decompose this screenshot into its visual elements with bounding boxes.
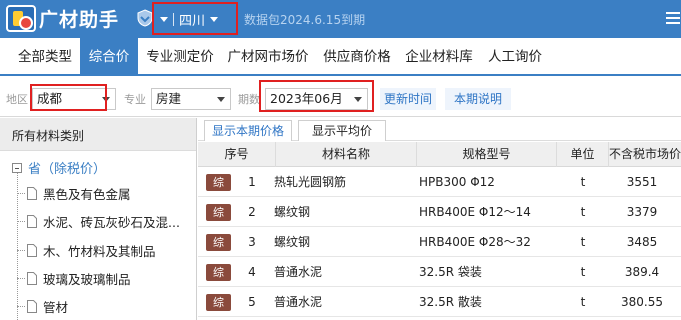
tree-item-label[interactable]: 黑色及有色金属: [43, 184, 131, 203]
tab-composite-price[interactable]: 综合价: [80, 38, 138, 76]
tab-current-price[interactable]: 显示本期价格: [204, 120, 292, 141]
cell-unit: t: [580, 175, 586, 189]
composite-badge: 综: [206, 234, 231, 251]
cell-price: 380.55: [621, 295, 663, 309]
document-icon: [27, 244, 37, 257]
region-selector-highlight[interactable]: 四川: [152, 2, 238, 35]
tab-supplier-price[interactable]: 供应商价格: [317, 38, 397, 76]
tree-item-label[interactable]: 水泥、砖瓦灰砂石及混...: [43, 212, 180, 231]
cell-no: 5: [248, 295, 256, 309]
cell-unit: t: [580, 205, 586, 219]
cell-unit: t: [580, 265, 586, 279]
tab-all-types[interactable]: 全部类型: [10, 38, 80, 76]
table-row[interactable]: 综 1 热轧光圆钢筋 HPB300 Φ12 t 3551: [198, 168, 681, 197]
cell-spec: HRB400E Φ28～32: [419, 235, 531, 249]
tab-professional-price[interactable]: 专业测定价: [140, 38, 220, 76]
cell-unit: t: [580, 295, 586, 309]
cell-spec: HPB300 Φ12: [419, 175, 495, 189]
table-row[interactable]: 综 2 螺纹钢 HRB400E Φ12～14 t 3379: [198, 198, 681, 227]
price-view-tabs: 显示本期价格 显示平均价: [198, 118, 681, 141]
sidebar-title: 所有材料类别: [12, 129, 85, 143]
table-header: 序号 材料名称 规格型号 单位 不含税市场价: [198, 142, 681, 167]
vip-shield-icon[interactable]: [137, 9, 153, 27]
composite-badge: 综: [206, 174, 231, 191]
tree-connector: [17, 173, 18, 320]
cell-name: 普通水泥: [274, 295, 323, 309]
document-icon: [27, 272, 37, 285]
data-pack-expiry: 数据包2024.6.15到期: [244, 13, 366, 27]
price-table: 序号 材料名称 规格型号 单位 不含税市场价 综 1 热轧光圆钢筋 HPB300…: [198, 142, 681, 320]
major-value: 房建: [156, 91, 182, 106]
tab-manual-inquiry[interactable]: 人工询价: [482, 38, 548, 76]
cell-name: 普通水泥: [274, 265, 323, 279]
category-sidebar: 所有材料类别 省（除税价） 黑色及有色金属 水泥、砖瓦灰砂石及混... 木、竹材…: [0, 118, 197, 320]
cell-price: 389.4: [624, 265, 660, 279]
tree-root-label[interactable]: 省（除税价）: [28, 158, 106, 177]
col-header-unit: 单位: [557, 142, 609, 167]
major-select[interactable]: 房建: [151, 88, 231, 110]
cell-name: 热轧光圆钢筋: [274, 175, 347, 189]
cell-no: 4: [248, 265, 256, 279]
filter-bar: 地区 成都 专业 房建 期数 2023年06月 更新时间 本期说明: [0, 76, 681, 117]
composite-badge: 综: [206, 264, 231, 281]
tab-market-price[interactable]: 广材网市场价: [222, 38, 314, 76]
tree-item[interactable]: 水泥、砖瓦灰砂石及混...: [17, 212, 180, 231]
cell-spec: HRB400E Φ12～14: [419, 205, 531, 219]
tree-item-label[interactable]: 木、竹材料及其制品: [43, 241, 156, 260]
divider: [173, 13, 174, 26]
cell-name: 螺纹钢: [274, 205, 311, 219]
table-row[interactable]: 综 3 螺纹钢 HRB400E Φ28～32 t 3485: [198, 228, 681, 257]
cell-name: 螺纹钢: [274, 235, 311, 249]
tree-item[interactable]: 管材: [17, 297, 68, 316]
app-name: 广材助手: [39, 9, 120, 31]
update-time-button[interactable]: 更新时间: [380, 88, 436, 110]
cell-no: 2: [248, 205, 256, 219]
period-label: 期数: [238, 93, 260, 106]
document-icon: [27, 187, 37, 200]
tab-average-price[interactable]: 显示平均价: [298, 120, 386, 141]
composite-badge: 综: [206, 294, 231, 311]
menu-icon[interactable]: [666, 12, 680, 24]
table-row[interactable]: 综 5 普通水泥 32.5R 散装 t 380.55: [198, 288, 681, 317]
col-header-spec: 规格型号: [417, 142, 557, 167]
table-row[interactable]: 综 4 普通水泥 32.5R 袋装 t 389.4: [198, 258, 681, 287]
document-icon: [27, 215, 37, 228]
cell-no: 1: [248, 175, 256, 189]
cell-price: 3485: [626, 235, 658, 249]
cell-unit: t: [580, 235, 586, 249]
composite-badge: 综: [206, 204, 231, 221]
chevron-down-icon[interactable]: [217, 97, 225, 102]
app-logo: 广材助手: [6, 5, 119, 32]
chevron-down-icon[interactable]: [160, 17, 168, 22]
title-bar: 广材助手 四川 数据包2024.6.15到期: [0, 0, 681, 38]
app-logo-icon: [6, 5, 36, 32]
tree-item[interactable]: 黑色及有色金属: [17, 184, 131, 203]
period-note-button[interactable]: 本期说明: [445, 88, 511, 110]
region-value[interactable]: 四川: [179, 10, 205, 29]
cell-price: 3551: [626, 175, 658, 189]
cell-no: 3: [248, 235, 256, 249]
main-nav: 全部类型 综合价 专业测定价 广材网市场价 供应商价格 企业材料库 人工询价: [0, 38, 681, 76]
col-header-price: 不含税市场价: [609, 147, 681, 161]
cell-spec: 32.5R 散装: [419, 295, 482, 309]
cell-price: 3379: [626, 205, 658, 219]
area-highlight: [30, 84, 107, 111]
major-label: 专业: [124, 93, 146, 106]
tree-item[interactable]: 玻璃及玻璃制品: [17, 269, 131, 288]
area-label: 地区: [6, 93, 28, 106]
tab-enterprise-library[interactable]: 企业材料库: [399, 38, 479, 76]
tree-item-label[interactable]: 管材: [43, 297, 68, 316]
col-header-no: 序号: [198, 142, 276, 167]
tree-item-label[interactable]: 玻璃及玻璃制品: [43, 269, 131, 288]
col-header-name: 材料名称: [276, 142, 417, 167]
sidebar-header: 所有材料类别: [0, 118, 196, 151]
tree-root[interactable]: 省（除税价）: [12, 158, 106, 177]
period-highlight: [259, 80, 374, 112]
collapse-icon[interactable]: [12, 162, 22, 173]
document-icon: [27, 300, 37, 313]
chevron-down-icon[interactable]: [210, 17, 219, 22]
tree-item[interactable]: 木、竹材料及其制品: [17, 241, 156, 260]
cell-spec: 32.5R 袋装: [419, 265, 482, 279]
